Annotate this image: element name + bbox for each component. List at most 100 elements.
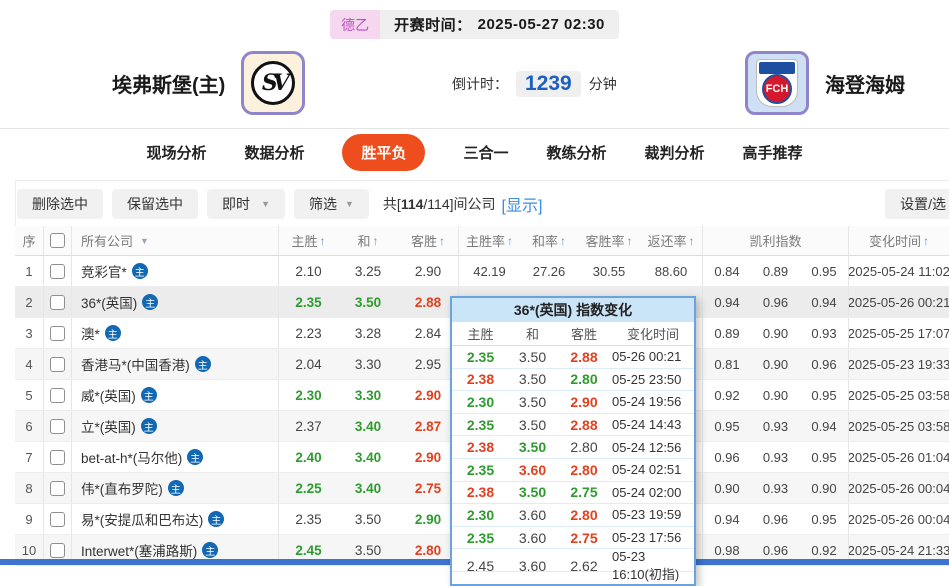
row-checkbox[interactable] [50,387,65,403]
row-checkbox-cell [43,256,71,286]
row-checkbox-cell [43,287,71,317]
history-win-odds: 2.38 [466,439,495,456]
draw-odds: 3.50 [354,294,382,310]
company-name: 香港马*(中国香港) [81,358,190,373]
row-checkbox[interactable] [50,449,65,465]
keep-selected-button[interactable]: 保留选中 [112,189,198,219]
company-cell[interactable]: 易*(安提瓜和巴布达) 主 [71,504,278,534]
company-cell[interactable]: 威*(英国) 主 [71,380,278,410]
row-checkbox[interactable] [50,356,65,372]
history-draw-odds: 3.50 [518,439,547,456]
tab-胜平负[interactable]: 胜平负 [342,133,426,171]
header-return-rate-sort[interactable]: 返还率 ↑ [640,226,702,255]
row-checkbox[interactable] [50,480,65,496]
change-time: 2025-05-25 03:58 [848,411,949,441]
countdown-value: 1239 [516,71,581,97]
tab-三合一[interactable]: 三合一 [463,142,508,163]
history-lose-odds: 2.80 [570,371,598,388]
return-rate: 88.60 [654,263,688,279]
header-select-all[interactable] [43,226,71,255]
odds-history-popup: 36*(英国) 指数变化 主胜 和 客胜 变化时间 2.35 3.50 2.88 05… [450,296,696,586]
header-draw-sort[interactable]: 和 ↑ [338,226,398,255]
company-cell[interactable]: bet-at-h*(马尔他) 主 [71,442,278,472]
row-checkbox-cell [43,473,71,503]
history-lose-odds: 2.80 [570,506,598,523]
company-name: Interwet*(塞浦路斯) [81,544,198,559]
history-win-odds: 2.30 [466,506,495,523]
show-link[interactable]: [显示] [502,192,543,216]
kelly-2: 0.90 [762,387,789,403]
sort-asc-icon: ↑ [372,233,379,248]
history-lose-odds: 2.75 [570,529,598,546]
bookmaker-badge-icon: 主 [104,325,121,341]
kelly-2: 0.93 [762,449,789,465]
history-change-time: 05-24 12:56 [612,439,682,455]
chevron-down-icon: ▼ [261,199,270,209]
kelly-2: 0.89 [762,263,789,279]
company-cell[interactable]: 36*(英国) 主 [71,287,278,317]
company-cell[interactable]: 立*(英国) 主 [71,411,278,441]
header-company[interactable]: 所有公司 ▼ [71,226,278,255]
company-name: 威*(英国) [81,389,136,404]
kelly-1: 0.90 [702,473,751,503]
row-checkbox[interactable] [50,511,65,527]
header-win-sort[interactable]: 主胜 ↑ [278,226,338,255]
kelly-3: 0.95 [811,263,837,279]
tab-高手推荐[interactable]: 高手推荐 [743,142,803,163]
row-checkbox[interactable] [50,542,65,558]
row-seq: 1 [25,263,33,279]
bookmaker-badge-icon: 主 [142,294,159,310]
history-change-time: 05-24 02:00 [612,484,682,500]
tab-数据分析[interactable]: 数据分析 [244,142,304,163]
select-all-checkbox[interactable] [50,233,65,248]
tab-现场分析[interactable]: 现场分析 [146,142,206,163]
match-header: 埃弗斯堡(主) SV 倒计时： 1239 分钟 FCH 海登海姆 [0,45,949,128]
header-lose-rate-sort[interactable]: 客胜率 ↑ [578,226,640,255]
header-draw-rate-sort[interactable]: 和率 ↑ [520,226,578,255]
row-checkbox[interactable] [50,263,65,279]
home-team-name: 埃弗斯堡(主) [112,74,226,97]
sort-asc-icon: ↑ [507,233,513,248]
company-cell[interactable]: 香港马*(中国香港) 主 [71,349,278,379]
change-time: 2025-05-26 00:04 [848,504,949,534]
company-cell[interactable]: 伟*(直布罗陀) 主 [71,473,278,503]
delete-selected-button[interactable]: 删除选中 [17,189,103,219]
instant-dropdown[interactable]: 即时 ▼ [207,189,285,219]
lose-odds: 2.84 [414,325,442,341]
kelly-2: 0.93 [762,418,789,434]
kelly-1: 0.94 [702,504,751,534]
odds-history-row: 2.38 3.50 2.75 05-24 02:00 [452,482,694,505]
history-lose-odds: 2.88 [570,348,598,365]
header-win-rate-sort[interactable]: 主胜率 ↑ [458,226,520,255]
header-change-time-sort[interactable]: 变化时间 ↑ [848,226,949,255]
row-checkbox[interactable] [50,294,65,310]
history-win-odds: 2.35 [466,529,495,546]
away-team-name: 海登海姆 [825,74,905,97]
draw-odds: 3.40 [354,418,382,434]
lose-odds: 2.95 [414,356,442,372]
company-cell[interactable]: 澳* 主 [71,318,278,348]
change-time: 2025-05-23 19:33 [848,349,949,379]
countdown: 倒计时： 1239 分钟 [452,71,617,97]
history-win-odds: 2.45 [466,558,495,575]
settings-button[interactable]: 设置/选 [885,189,949,219]
row-checkbox[interactable] [50,418,65,434]
header-divider [0,128,949,129]
tab-教练分析[interactable]: 教练分析 [547,142,607,163]
company-cell[interactable]: 竞彩官* 主 [71,256,278,286]
history-lose-odds: 2.90 [570,393,598,410]
kickoff-bar-inner: 德乙 开赛时间： 2025-05-27 02:30 [330,10,619,39]
draw-odds: 3.50 [354,511,382,527]
filter-dropdown[interactable]: 筛选 ▼ [294,189,369,219]
tab-裁判分析[interactable]: 裁判分析 [645,142,705,163]
win-odds: 2.25 [278,473,338,503]
header-lose-sort[interactable]: 客胜 ↑ [398,226,458,255]
row-checkbox[interactable] [50,325,65,341]
bookmaker-badge-icon: 主 [167,480,184,496]
countdown-label: 倒计时： [452,76,508,92]
history-change-time: 05-24 19:56 [612,394,682,410]
table-row[interactable]: 1 竞彩官* 主 2.10 3.25 2.90 42.19 27.26 30.55 88.60 0.… [15,256,949,287]
company-filter-caret-icon[interactable]: ▼ [140,236,149,246]
company-name: 立*(英国) [81,420,136,435]
home-team: 埃弗斯堡(主) SV [112,51,306,115]
